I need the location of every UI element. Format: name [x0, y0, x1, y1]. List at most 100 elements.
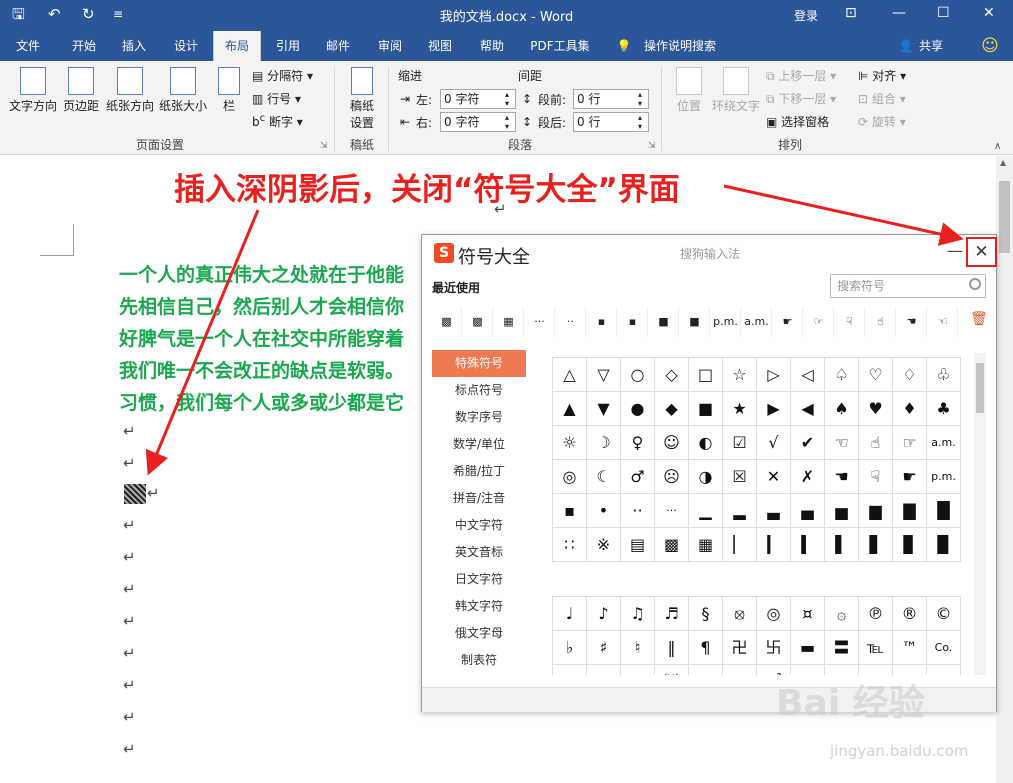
symbol-cell[interactable]: ◑	[689, 460, 723, 494]
recent-symbol[interactable]: ▩	[463, 307, 493, 337]
symbol-cell[interactable]: Co.	[927, 631, 961, 665]
recent-symbol[interactable]: ☛	[773, 307, 803, 337]
recent-symbol[interactable]: ▦	[494, 307, 524, 337]
category-item[interactable]: 数字序号	[432, 404, 526, 431]
symbol-cell[interactable]: ☞	[893, 426, 927, 460]
recent-symbol[interactable]: ▪	[587, 307, 617, 337]
symbol-cell[interactable]: ▏	[723, 528, 757, 562]
minimize-icon[interactable]: —	[892, 5, 906, 21]
category-item[interactable]: 英文音标	[432, 539, 526, 566]
symbol-cell[interactable]: ♫	[621, 597, 655, 631]
symbol-cell[interactable]: ℡	[621, 665, 655, 675]
tab-view[interactable]: 视图	[416, 31, 464, 61]
category-item[interactable]: 韩文字符	[432, 593, 526, 620]
symbol-cell[interactable]: ♀	[621, 426, 655, 460]
symbol-cell[interactable]: □	[689, 358, 723, 392]
symbol-cell[interactable]: ㈱	[655, 665, 689, 675]
symbol-cell[interactable]: █	[927, 494, 961, 528]
symbol-cell[interactable]: △	[553, 358, 587, 392]
symbol-cell[interactable]: 卍	[723, 631, 757, 665]
recent-symbol[interactable]: ··	[556, 307, 586, 337]
recent-symbol[interactable]: ▩	[432, 307, 462, 337]
tab-file[interactable]: 文件	[4, 31, 52, 61]
symbol-cell[interactable]: ☑	[723, 426, 757, 460]
symbol-cell[interactable]: ▁	[689, 494, 723, 528]
symbol-cell[interactable]: ···	[655, 494, 689, 528]
symbol-cell[interactable]: ▉	[927, 528, 961, 562]
symbol-cell[interactable]: ☛	[893, 460, 927, 494]
symbol-cell[interactable]: ¤	[927, 665, 961, 675]
symbol-cell[interactable]: ▶	[757, 392, 791, 426]
align-button[interactable]: ⊫ 对齐 ▾	[858, 67, 906, 84]
symbol-cell[interactable]: ™	[893, 631, 927, 665]
rotate-button[interactable]: ⟳ 旋转 ▾	[858, 113, 906, 130]
recent-symbol[interactable]: ☚	[897, 307, 927, 337]
symbol-cell[interactable]: ㏂	[553, 665, 587, 675]
symbol-cell[interactable]: ●	[621, 392, 655, 426]
symbol-cell[interactable]: ☒	[723, 460, 757, 494]
symbol-cell[interactable]: ▩	[655, 528, 689, 562]
indent-right-input[interactable]: 0 字符	[440, 112, 516, 132]
symbol-cell[interactable]: ℗	[859, 597, 893, 631]
smiley-feedback-icon[interactable]: ☺	[978, 31, 1002, 61]
text-direction-button[interactable]: 文字方向	[6, 67, 60, 114]
symbol-cell[interactable]: ☚	[825, 460, 859, 494]
symbol-cell[interactable]: ▦	[689, 528, 723, 562]
recent-symbol[interactable]: ☝	[866, 307, 896, 337]
symbol-cell[interactable]: ♢	[893, 358, 927, 392]
symbol-cell[interactable]: ▇	[893, 494, 927, 528]
tab-review[interactable]: 审阅	[366, 31, 414, 61]
symbol-search-input[interactable]: 搜索符号	[830, 274, 986, 298]
symbol-cell[interactable]: ▊	[893, 528, 927, 562]
scrollbar-thumb[interactable]	[999, 181, 1010, 253]
symbol-cell[interactable]: ▂	[723, 494, 757, 528]
category-item[interactable]: 俄文字母	[432, 620, 526, 647]
spacing-after-input[interactable]: 0 行	[573, 112, 649, 132]
breaks-button[interactable]: ▤ 分隔符 ▾	[252, 67, 313, 84]
symbol-cell[interactable]: ㏄	[723, 665, 757, 675]
send-backward-button[interactable]: ⧉ 下移一层 ▾	[766, 90, 836, 107]
recent-symbol[interactable]: ···	[525, 307, 555, 337]
document-scrollbar[interactable]: ▲	[996, 156, 1013, 783]
symbol-cell[interactable]: ☟	[859, 460, 893, 494]
symbol-cell[interactable]: ◀	[791, 392, 825, 426]
symbol-cell[interactable]: ♩	[553, 597, 587, 631]
category-item[interactable]: 数学/单位	[432, 431, 526, 458]
recent-symbol[interactable]: p.m.	[711, 307, 741, 337]
tell-me-search[interactable]: 操作说明搜索	[638, 31, 722, 61]
symbol-cell[interactable]: ۞	[825, 597, 859, 631]
search-icon[interactable]	[969, 278, 981, 290]
symbol-cell[interactable]: ▌	[825, 528, 859, 562]
symbol-cell[interactable]: ▄	[791, 494, 825, 528]
symbol-cell[interactable]: ♣	[927, 392, 961, 426]
symbol-cell[interactable]: ☼	[553, 426, 587, 460]
tab-layout[interactable]: 布局	[213, 31, 261, 61]
recent-symbol[interactable]: ☟	[835, 307, 865, 337]
symbol-cell[interactable]: ✗	[791, 460, 825, 494]
share-button[interactable]: 共享	[916, 31, 946, 61]
collapse-ribbon-icon[interactable]: ∧	[994, 141, 1001, 152]
category-item[interactable]: 希腊/拉丁	[432, 458, 526, 485]
ribbon-display-options-icon[interactable]: ⊡	[845, 5, 857, 21]
hyphenation-button[interactable]: bc 断字 ▾	[252, 113, 303, 130]
tab-pdf-tools[interactable]: PDF工具集	[522, 31, 598, 61]
symbol-cell[interactable]: ◁	[791, 358, 825, 392]
symbol-cell[interactable]: ▤	[621, 528, 655, 562]
symbol-cell[interactable]: ♬	[655, 597, 689, 631]
wrap-text-button[interactable]: 环绕文字	[710, 67, 762, 114]
symbol-cell[interactable]: ◎	[757, 597, 791, 631]
symbol-cell[interactable]: §	[689, 597, 723, 631]
symbol-cell[interactable]: ▅	[825, 494, 859, 528]
dialog-close-button[interactable]: ✕	[966, 237, 997, 267]
symbol-cell[interactable]: ▪	[553, 494, 587, 528]
margins-button[interactable]: 页边距	[60, 67, 102, 114]
symbol-cell[interactable]: ♯	[587, 631, 621, 665]
tab-references[interactable]: 引用	[264, 31, 312, 61]
tab-design[interactable]: 设计	[162, 31, 210, 61]
indent-left-input[interactable]: 0 字符	[440, 89, 516, 109]
symbol-cell[interactable]: ▲	[553, 392, 587, 426]
symbol-cell[interactable]: ○	[621, 358, 655, 392]
tab-mailings[interactable]: 邮件	[314, 31, 362, 61]
recent-symbol[interactable]: ■	[649, 307, 679, 337]
symbol-cell[interactable]: ¶	[689, 631, 723, 665]
